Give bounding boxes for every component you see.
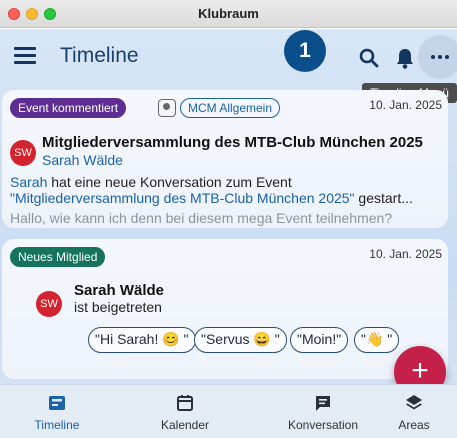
card-date: 10. Jan. 2025	[369, 247, 442, 261]
nav-label: Timeline	[34, 418, 80, 432]
card-date: 10. Jan. 2025	[369, 98, 442, 112]
nav-item-kalender[interactable]: Kalender	[128, 385, 242, 438]
page-title: Timeline	[60, 44, 139, 67]
body-text-end: gestart...	[354, 190, 413, 206]
card-body: Sarah hat eine neue Konversation zum Eve…	[10, 174, 442, 206]
member-status: ist beigetreten	[74, 299, 162, 315]
title-bar: Klubraum	[0, 0, 457, 28]
event-commented-tag: Event kommentiert	[10, 98, 127, 118]
nav-label: Kalender	[160, 418, 210, 432]
timeline-icon	[49, 396, 65, 410]
nav-label: Areas	[398, 418, 430, 432]
group-icon	[158, 99, 176, 117]
menu-icon[interactable]	[14, 47, 36, 65]
window-title: Klubraum	[198, 6, 259, 21]
avatar: SW	[36, 291, 62, 317]
quick-reply-button[interactable]: "👋 "	[354, 327, 400, 353]
avatar: SW	[10, 140, 36, 166]
timeline-card-new-member[interactable]: Neues Mitglied 10. Jan. 2025 SW Sarah Wä…	[2, 239, 448, 379]
nav-item-areas[interactable]: Areas	[357, 385, 457, 438]
card-headline: Mitgliederversammlung des MTB-Club Münch…	[42, 134, 423, 151]
event-link[interactable]: "Mitgliederversammlung des MTB-Club Münc…	[10, 190, 355, 206]
more-icon[interactable]	[418, 35, 457, 79]
timeline-card-event-comment[interactable]: Event kommentiert MCM Allgemein 10. Jan.…	[2, 90, 448, 228]
quick-reply-button[interactable]: "Hi Sarah! 😊 "	[88, 327, 196, 353]
quick-reply-button[interactable]: "Servus 😄 "	[194, 327, 287, 353]
author-link[interactable]: Sarah Wälde	[42, 152, 123, 168]
nav-item-timeline[interactable]: Timeline	[0, 385, 114, 438]
bottom-navigation: Timeline Kalender Konversation Areas	[0, 384, 457, 438]
app-content: Timeline 1 Timeline-Menü Event komm	[0, 29, 457, 438]
calendar-icon	[177, 395, 193, 411]
quick-reply-button[interactable]: "Moin!"	[290, 327, 349, 353]
layers-icon	[406, 395, 422, 410]
app-window: Klubraum Timeline 1 Event kommentiert MC…	[0, 0, 457, 438]
body-text: hat eine neue Konversation zum Event	[47, 174, 292, 190]
new-member-tag: Neues Mitglied	[10, 247, 106, 267]
step-badge: 1	[284, 30, 326, 72]
member-name: Sarah Wälde	[74, 282, 165, 299]
bell-icon[interactable]	[390, 43, 420, 73]
search-icon[interactable]	[354, 43, 384, 73]
conversation-icon	[316, 396, 330, 411]
group-chip[interactable]: MCM Allgemein	[180, 98, 281, 118]
user-link[interactable]: Sarah	[10, 174, 47, 190]
top-app-bar: Timeline 1	[0, 29, 457, 85]
message-preview: Hallo, wie kann ich denn bei diesem mega…	[10, 210, 393, 226]
